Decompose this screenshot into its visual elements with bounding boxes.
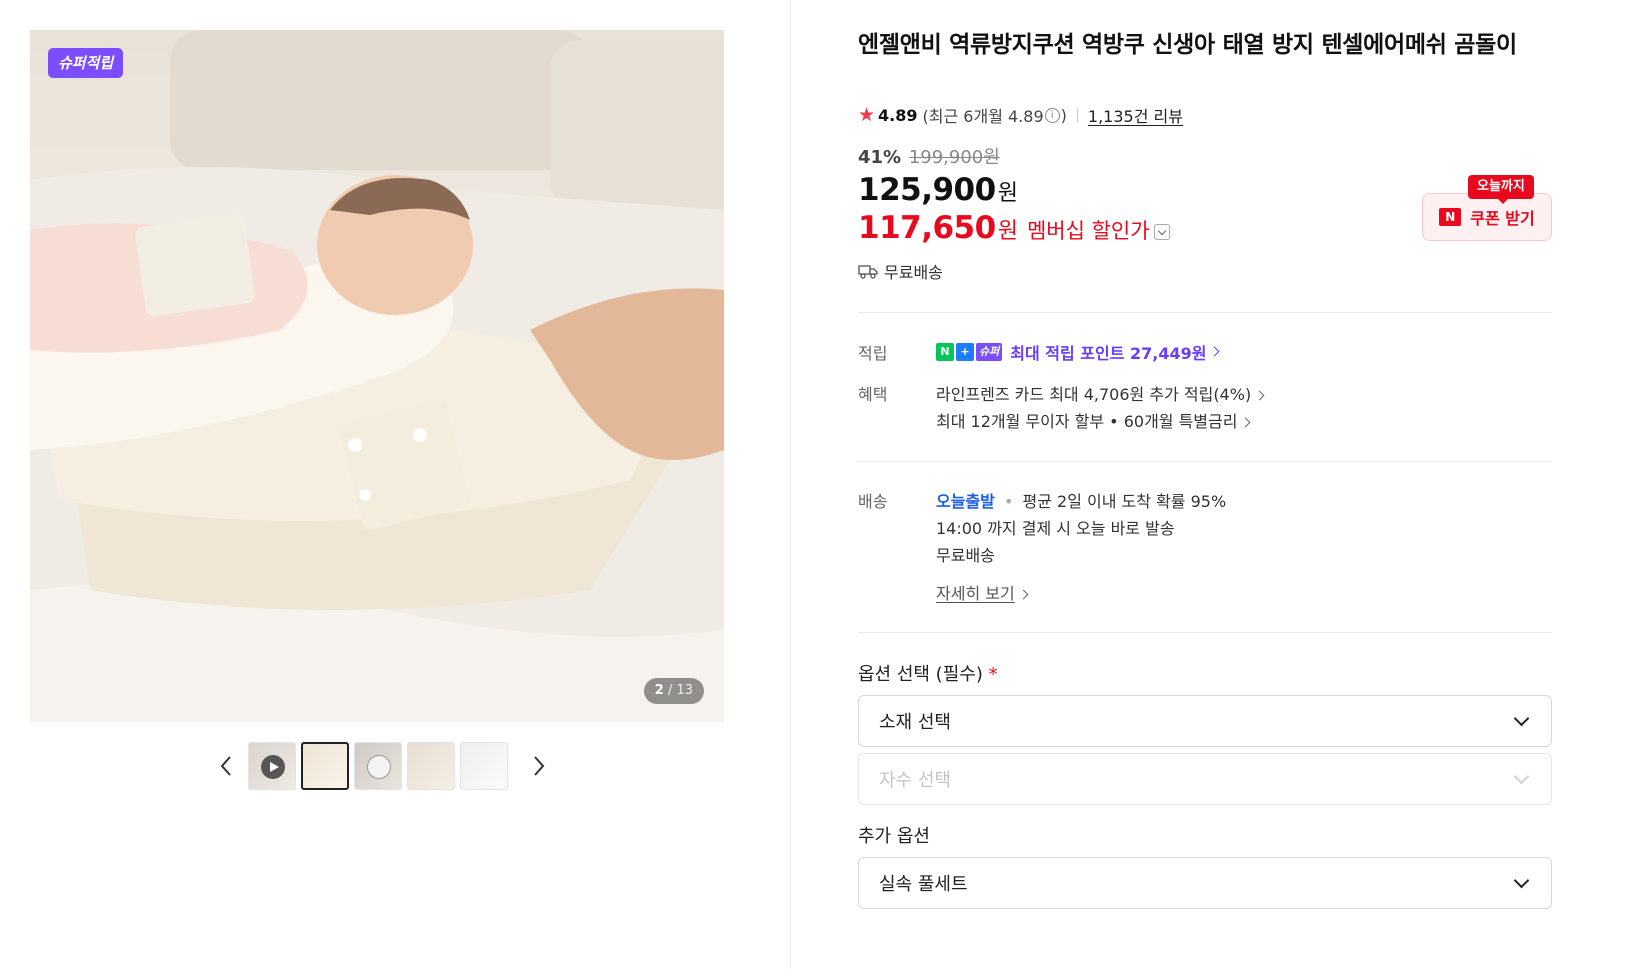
image-counter-current: 2 bbox=[654, 683, 664, 698]
rating-value: 4.89 bbox=[878, 105, 918, 125]
chevron-right-icon bbox=[1210, 346, 1220, 356]
info-icon[interactable]: i bbox=[1044, 107, 1060, 123]
delivery-detail-link[interactable]: 자세히 보기 bbox=[936, 580, 1029, 604]
thumbnail-video[interactable] bbox=[248, 742, 296, 790]
naver-n-badge: N bbox=[936, 343, 954, 361]
chevron-down-icon bbox=[1513, 768, 1530, 785]
extra-option-select[interactable]: 실속 풀세트 bbox=[858, 857, 1552, 909]
points-label: 적립 bbox=[858, 344, 888, 363]
membership-price-unit: 원 bbox=[997, 219, 1018, 244]
thumbnail-image[interactable] bbox=[407, 742, 455, 790]
card-benefit-link[interactable]: 라인프렌즈 카드 최대 4,706원 추가 적립(4%) bbox=[936, 381, 1265, 405]
section-divider bbox=[858, 312, 1552, 313]
review-count-link[interactable]: 1,135건 리뷰 bbox=[1088, 103, 1183, 127]
card-benefit-text: 라인프렌즈 카드 최대 4,706원 추가 적립(4%) bbox=[936, 385, 1252, 404]
chevron-right-icon bbox=[1241, 417, 1251, 428]
section-divider bbox=[858, 461, 1552, 462]
price-row: 125,900 원 bbox=[858, 172, 1018, 208]
option-title: 옵션 선택 (필수) * bbox=[858, 660, 998, 686]
detail-link-text: 자세히 보기 bbox=[936, 584, 1015, 603]
membership-price: 117,650 bbox=[858, 210, 996, 246]
coupon-label: 쿠폰 받기 bbox=[1470, 209, 1535, 228]
today-ship-badge: 오늘출발 bbox=[936, 492, 995, 511]
sale-price-unit: 원 bbox=[997, 181, 1018, 206]
membership-label: 멤버십 할인가 bbox=[1026, 219, 1150, 243]
option-title-text: 옵션 선택 (필수) bbox=[858, 664, 983, 685]
product-photo bbox=[30, 30, 724, 722]
membership-price-row: 117,650 원 멤버십 할인가 bbox=[858, 210, 1170, 246]
image-counter: 2 / 13 bbox=[643, 678, 704, 704]
thumbnail-image-active[interactable] bbox=[301, 742, 349, 790]
installment-benefit-link[interactable]: 최대 12개월 무이자 할부 • 60개월 특별금리 bbox=[936, 408, 1251, 432]
chevron-down-icon[interactable] bbox=[1153, 224, 1170, 240]
column-divider bbox=[790, 0, 791, 969]
chevron-left-icon bbox=[220, 756, 231, 776]
chevron-right-icon bbox=[1254, 390, 1265, 401]
delivery-cutoff: 14:00 까지 결제 시 오늘 바로 발송 bbox=[936, 519, 1175, 538]
installment-benefit-text: 최대 12개월 무이자 할부 • 60개월 특별금리 bbox=[936, 412, 1238, 431]
naver-logo-icon: N bbox=[1439, 208, 1462, 226]
coupon-button[interactable]: N 쿠폰 받기 bbox=[1422, 193, 1552, 241]
required-mark: * bbox=[988, 664, 998, 685]
rating-row: ★ 4.89 (최근 6개월 4.89 i ) 1,135건 리뷰 bbox=[858, 103, 1183, 127]
image-counter-total: / 13 bbox=[667, 683, 693, 698]
section-divider bbox=[858, 632, 1552, 633]
shipping-row: 무료배송 bbox=[858, 259, 943, 283]
material-select[interactable]: 소재 선택 bbox=[858, 695, 1552, 747]
chevron-down-icon bbox=[1513, 710, 1530, 727]
product-main-image[interactable]: 슈퍼적립 2 / 13 bbox=[30, 30, 724, 722]
extra-option-select-label: 실속 풀세트 bbox=[879, 874, 968, 895]
delivery-estimate: 오늘출발 • 평균 2일 이내 도착 확률 95% bbox=[936, 488, 1226, 512]
coupon-deadline-tag: 오늘까지 bbox=[1468, 175, 1534, 204]
rating-recent-close: ) bbox=[1060, 105, 1067, 125]
chevron-right-icon bbox=[1018, 589, 1029, 600]
thumbnail-360[interactable] bbox=[354, 742, 402, 790]
delivery-fee: 무료배송 bbox=[936, 546, 995, 565]
thumbnail-next-button[interactable] bbox=[527, 754, 551, 778]
benefit-label: 혜택 bbox=[858, 385, 888, 404]
original-price: 199,900원 bbox=[908, 147, 1000, 168]
sale-price: 125,900 bbox=[858, 172, 996, 208]
divider bbox=[1076, 108, 1078, 122]
plus-badge: + bbox=[956, 343, 974, 361]
thumbnail-strip bbox=[214, 741, 551, 791]
rating-recent: (최근 6개월 4.89 bbox=[922, 107, 1044, 126]
super-points-badge: 슈퍼적립 bbox=[48, 48, 124, 78]
embroidery-select[interactable]: 자수 선택 bbox=[858, 753, 1552, 805]
coupon-area: N 쿠폰 받기 오늘까지 bbox=[1422, 175, 1552, 241]
chevron-down-icon bbox=[1513, 872, 1530, 889]
shipping-text: 무료배송 bbox=[884, 263, 943, 282]
product-title: 엔젤앤비 역류방지쿠션 역방쿠 신생아 태열 방지 텐셀에어메쉬 곰돌이 bbox=[858, 32, 1517, 58]
thumbnail-image[interactable] bbox=[460, 742, 508, 790]
chevron-right-icon bbox=[534, 756, 545, 776]
embroidery-select-label: 자수 선택 bbox=[879, 770, 951, 791]
extra-option-title: 추가 옵션 bbox=[858, 826, 930, 847]
max-points-text: 최대 적립 포인트 27,449원 bbox=[1010, 344, 1207, 363]
play-icon bbox=[261, 755, 285, 779]
separator-dot: • bbox=[1003, 492, 1014, 511]
delivery-label: 배송 bbox=[858, 492, 888, 511]
truck-icon bbox=[858, 265, 878, 279]
points-row[interactable]: N + 슈퍼 최대 적립 포인트 27,449원 bbox=[936, 340, 1220, 364]
delivery-probability: 평균 2일 이내 도착 확률 95% bbox=[1022, 492, 1227, 511]
thumbnail-prev-button[interactable] bbox=[214, 754, 238, 778]
rotate-360-icon bbox=[367, 755, 391, 779]
star-icon: ★ bbox=[858, 104, 876, 126]
material-select-label: 소재 선택 bbox=[879, 712, 951, 733]
discount-row: 41% 199,900원 bbox=[858, 143, 1000, 169]
discount-rate: 41% bbox=[858, 147, 902, 168]
super-badge: 슈퍼 bbox=[976, 343, 1003, 361]
